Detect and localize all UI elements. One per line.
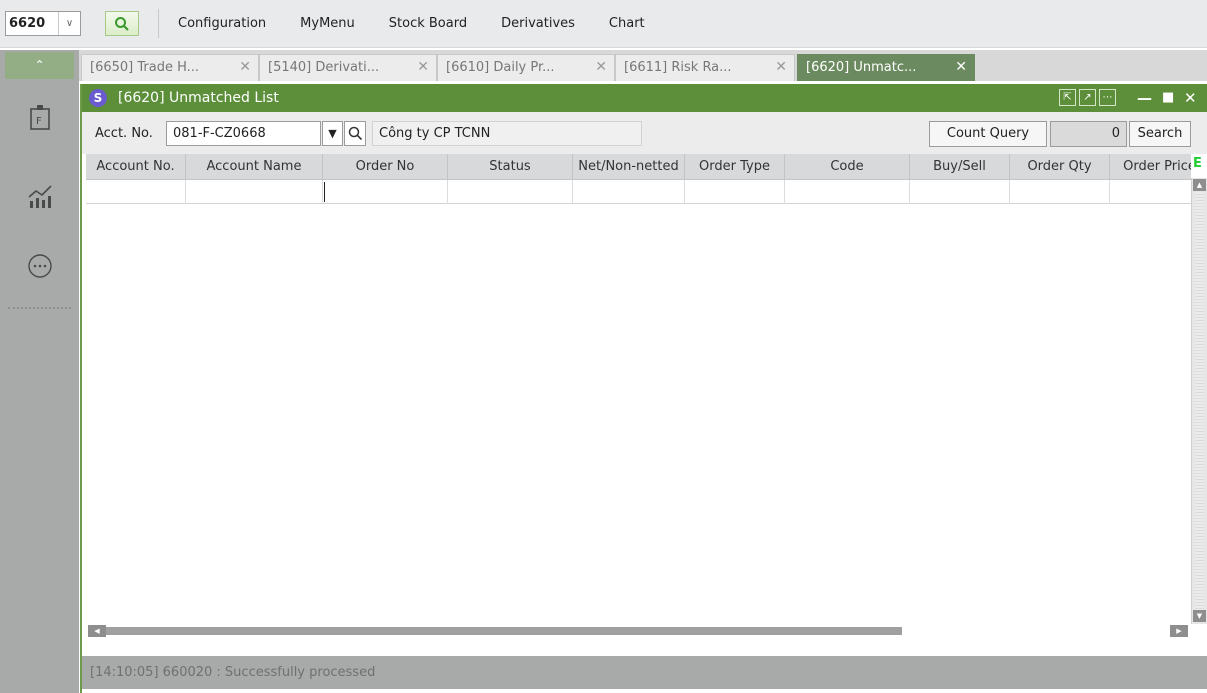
menu-configuration[interactable]: Configuration xyxy=(178,0,266,48)
menu-stock-board[interactable]: Stock Board xyxy=(389,0,467,48)
scroll-right-icon[interactable]: ▶ xyxy=(1170,625,1188,637)
vertical-scrollbar[interactable]: ▲ ▼ xyxy=(1191,178,1207,624)
screen-code-value: 6620 xyxy=(9,16,46,31)
tab-6650[interactable]: [6650] Trade H... ✕ xyxy=(81,54,259,81)
tab-label: [5140] Derivati... xyxy=(268,60,380,75)
col-order-qty[interactable]: Order Qty xyxy=(1010,154,1110,179)
tab-label: [6620] Unmatc... xyxy=(806,60,917,75)
table-cell[interactable] xyxy=(685,180,785,204)
options-icon[interactable]: ⋯ xyxy=(1099,89,1116,106)
expand-icon[interactable]: ⇱ xyxy=(1059,89,1076,106)
status-bar: [14:10:05] 660020 : Successfully process… xyxy=(82,656,1207,689)
unmatched-orders-grid: Account No. Account Name Order No Status… xyxy=(86,154,1207,646)
acct-no-label: Acct. No. xyxy=(95,126,153,141)
scroll-up-icon[interactable]: ▲ xyxy=(1193,179,1206,191)
account-name-field: Công ty CP TCNN xyxy=(372,121,642,146)
search-icon xyxy=(115,17,129,31)
col-order-price[interactable]: Order Price xyxy=(1110,154,1191,179)
close-window-button[interactable]: ✕ xyxy=(1184,84,1197,112)
window-titlebar: S [6620] Unmatched List ⇱ ↗ ⋯ — ■ ✕ xyxy=(82,84,1207,112)
table-cell[interactable] xyxy=(186,180,323,204)
close-icon[interactable]: ✕ xyxy=(955,55,967,80)
count-value: 0 xyxy=(1050,121,1127,147)
col-account-no[interactable]: Account No. xyxy=(86,154,186,179)
col-order-type[interactable]: Order Type xyxy=(685,154,785,179)
close-icon[interactable]: ✕ xyxy=(595,55,607,80)
horizontal-scrollbar[interactable]: ◀ ▶ xyxy=(86,624,1191,638)
tab-6611[interactable]: [6611] Risk Ra... ✕ xyxy=(615,54,795,81)
col-status[interactable]: Status xyxy=(448,154,573,179)
chart-icon[interactable] xyxy=(25,180,55,210)
window-title: [6620] Unmatched List xyxy=(118,90,279,106)
acct-search-button[interactable] xyxy=(344,121,366,146)
tab-label: [6650] Trade H... xyxy=(90,60,200,75)
scroll-down-icon[interactable]: ▼ xyxy=(1193,610,1206,622)
chevron-down-icon[interactable]: ∨ xyxy=(58,12,80,35)
svg-text:F: F xyxy=(36,116,42,127)
count-query-button[interactable]: Count Query xyxy=(929,121,1047,147)
toolbar-divider xyxy=(158,9,159,38)
app-logo: S xyxy=(89,89,107,107)
tab-6620[interactable]: [6620] Unmatc... ✕ xyxy=(797,54,975,81)
top-toolbar: 6620 ∨ Configuration MyMenu Stock Board … xyxy=(0,0,1207,48)
col-code[interactable]: Code xyxy=(785,154,910,179)
left-rail: ⌃ F xyxy=(0,50,79,693)
table-cell[interactable] xyxy=(1010,180,1110,204)
screen-search-button[interactable] xyxy=(105,11,139,36)
close-icon[interactable]: ✕ xyxy=(239,55,251,80)
table-cell[interactable] xyxy=(86,180,186,204)
text-caret xyxy=(324,182,325,202)
menu-chart[interactable]: Chart xyxy=(609,0,645,48)
scroll-track[interactable] xyxy=(1195,192,1204,610)
futures-icon[interactable]: F xyxy=(25,102,55,132)
collapse-button[interactable]: ⌃ xyxy=(5,52,74,79)
search-button[interactable]: Search xyxy=(1129,121,1191,147)
scroll-left-icon[interactable]: ◀ xyxy=(88,625,106,637)
col-net-non-netted[interactable]: Net/Non-netted xyxy=(573,154,685,179)
tab-label: [6611] Risk Ra... xyxy=(624,60,732,75)
tab-strip: [6650] Trade H... ✕ [5140] Derivati... ✕… xyxy=(79,50,1207,81)
minimize-button[interactable]: — xyxy=(1137,84,1152,112)
table-cell[interactable] xyxy=(910,180,1010,204)
col-buy-sell[interactable]: Buy/Sell xyxy=(910,154,1010,179)
tab-6610[interactable]: [6610] Daily Pr... ✕ xyxy=(437,54,615,81)
more-icon[interactable] xyxy=(25,251,55,281)
col-account-name[interactable]: Account Name xyxy=(186,154,323,179)
menu-mymenu[interactable]: MyMenu xyxy=(300,0,355,48)
close-icon[interactable]: ✕ xyxy=(775,55,787,80)
maximize-button[interactable]: ■ xyxy=(1162,84,1174,112)
tab-label: [6610] Daily Pr... xyxy=(446,60,555,75)
filter-bar: Acct. No. 081-F-CZ0668 ▼ Công ty CP TCNN… xyxy=(82,112,1207,154)
menu-derivatives[interactable]: Derivatives xyxy=(501,0,575,48)
col-order-no[interactable]: Order No xyxy=(323,154,448,179)
rail-divider xyxy=(8,307,71,309)
close-icon[interactable]: ✕ xyxy=(417,55,429,80)
search-icon xyxy=(348,126,363,141)
scroll-thumb[interactable] xyxy=(106,627,902,635)
table-row[interactable] xyxy=(86,180,1191,204)
tab-5140[interactable]: [5140] Derivati... ✕ xyxy=(259,54,437,81)
table-cell[interactable] xyxy=(785,180,910,204)
table-cell[interactable] xyxy=(573,180,685,204)
acct-no-input[interactable]: 081-F-CZ0668 xyxy=(166,121,321,146)
unmatched-list-window: S [6620] Unmatched List ⇱ ↗ ⋯ — ■ ✕ Acct… xyxy=(80,84,1207,693)
screen-code-input[interactable]: 6620 ∨ xyxy=(5,11,81,36)
table-cell[interactable] xyxy=(323,180,448,204)
main-menu: Configuration MyMenu Stock Board Derivat… xyxy=(178,0,679,48)
acct-dropdown-button[interactable]: ▼ xyxy=(322,121,343,146)
grid-header: Account No. Account Name Order No Status… xyxy=(86,154,1191,180)
excel-export-icon[interactable]: E xyxy=(1193,156,1202,171)
table-cell[interactable] xyxy=(448,180,573,204)
popout-icon[interactable]: ↗ xyxy=(1079,89,1096,106)
